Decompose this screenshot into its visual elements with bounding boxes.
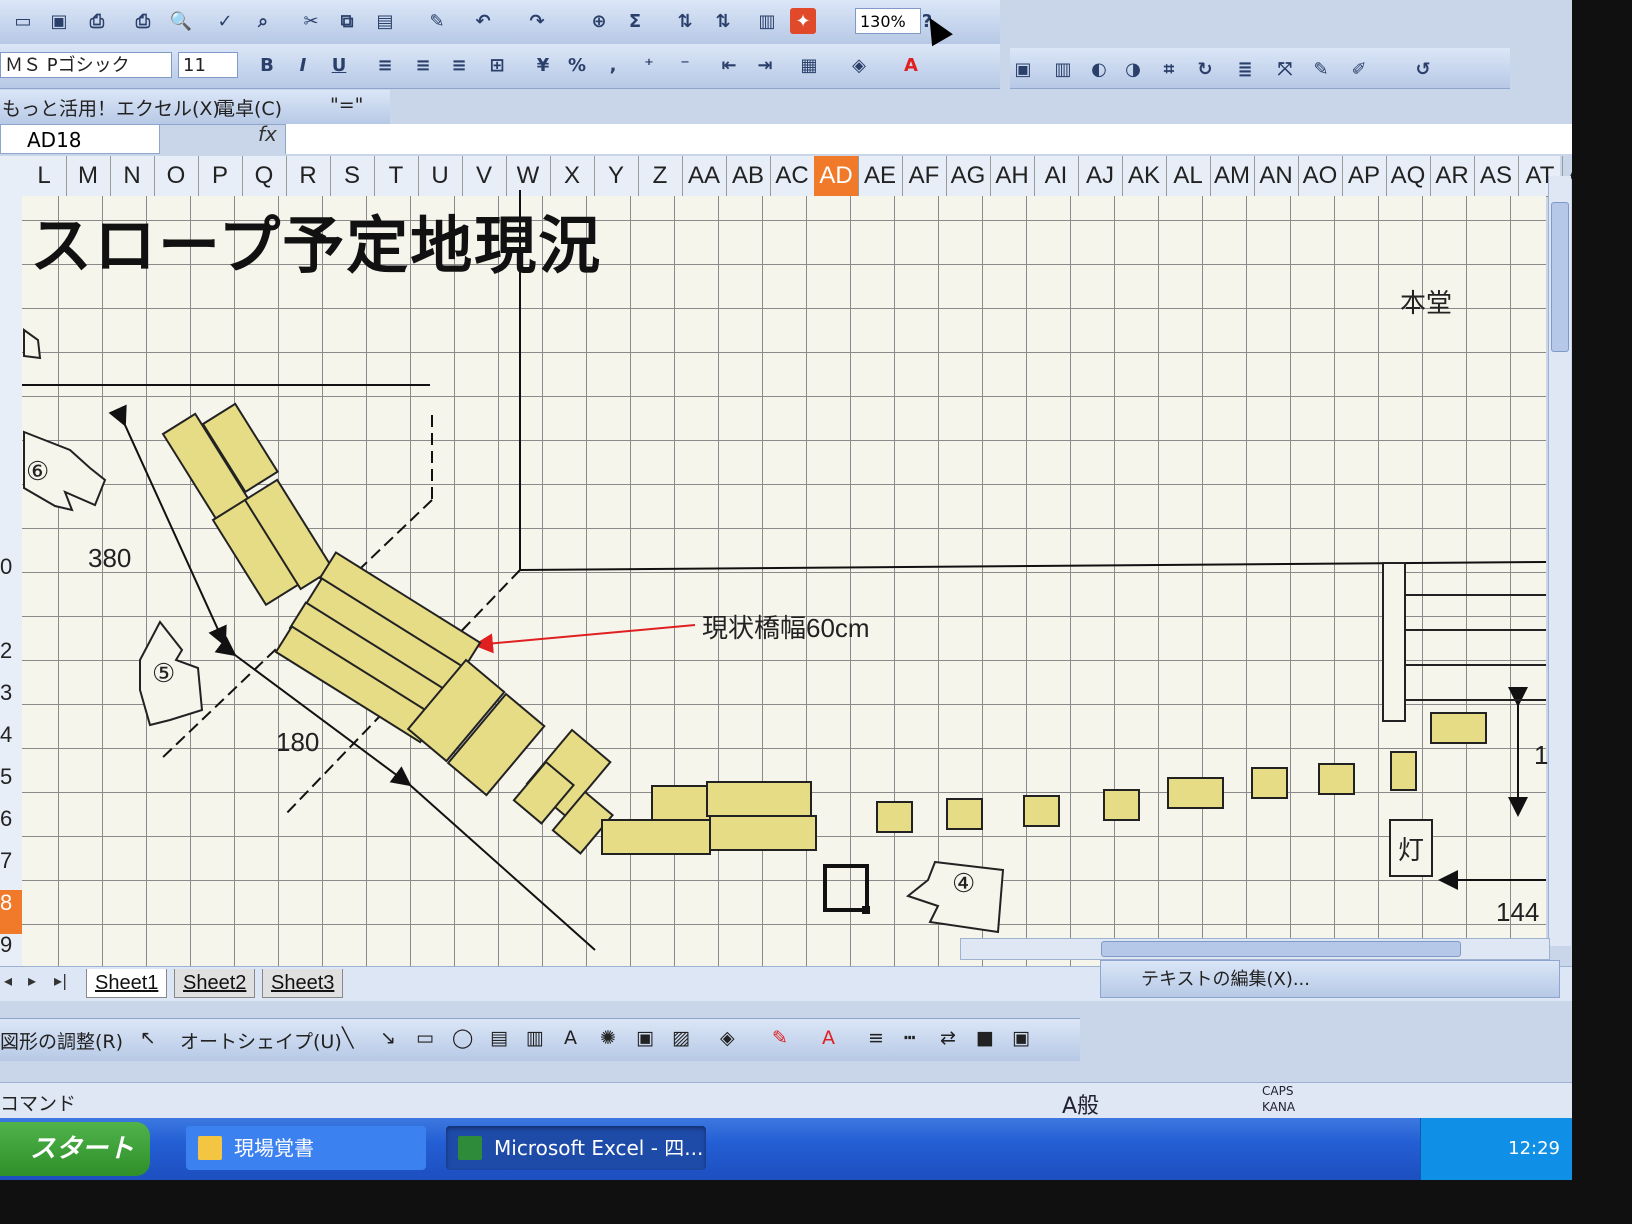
caps-indicator: CAPS xyxy=(1262,1084,1294,1098)
marker-4-label: ④ xyxy=(952,868,976,898)
stepping-stone[interactable] xyxy=(1318,763,1355,795)
dash-style-icon[interactable]: ┅ xyxy=(904,1027,915,1049)
drawing-layer xyxy=(22,190,1547,951)
photo-marker-edge[interactable] xyxy=(23,328,42,360)
dimension-1-label: 1 xyxy=(1534,740,1549,770)
textbox-tool-icon[interactable]: ▤ xyxy=(490,1027,508,1049)
status-bar: コマンド xyxy=(0,1082,1572,1119)
oval-tool-icon[interactable]: ◯ xyxy=(452,1027,473,1049)
kana-indicator: KANA xyxy=(1262,1100,1296,1114)
line-style-icon[interactable]: ≡ xyxy=(868,1027,884,1049)
taskbar-item-folder[interactable]: 現場覚書 xyxy=(186,1126,426,1170)
stepping-stone[interactable] xyxy=(1390,751,1417,791)
dimension-380-label: 380 xyxy=(88,543,132,573)
plank[interactable] xyxy=(651,785,713,821)
vertical-textbox-icon[interactable]: ▥ xyxy=(526,1027,544,1049)
arrow-style-icon[interactable]: ⇄ xyxy=(940,1027,956,1049)
main-hall-label: 本堂 xyxy=(1400,288,1453,318)
tab-first-icon[interactable]: ◂ xyxy=(4,971,12,990)
select-objects-icon[interactable]: ↖ xyxy=(140,1027,156,1049)
tab-prev-icon[interactable]: ▸ xyxy=(28,971,36,990)
horizontal-scrollbar[interactable] xyxy=(960,938,1550,960)
excel-icon xyxy=(458,1136,482,1160)
wordart-icon[interactable]: A xyxy=(564,1027,577,1049)
vertical-scrollbar[interactable] xyxy=(1548,176,1571,946)
wordart-toolbar: テキストの編集(X)... xyxy=(1100,960,1560,998)
line-color-icon[interactable]: ✎ xyxy=(772,1027,788,1049)
drawing-toolbar: 図形の調整(R) ↖ オートシェイプ(U) ╲ ↘ ▭ ◯ ▤ ▥ A ✺ ▣ … xyxy=(0,1018,1080,1061)
3d-icon[interactable]: ▣ xyxy=(1012,1027,1030,1049)
rectangle-tool-icon[interactable]: ▭ xyxy=(416,1027,434,1049)
stepping-stone[interactable] xyxy=(1023,795,1060,827)
tab-sheet2[interactable]: Sheet2 xyxy=(174,969,256,998)
tab-sheet1[interactable]: Sheet1 xyxy=(86,969,168,998)
ime-bar: A般 CAPS KANA xyxy=(990,1084,1330,1120)
fill-color-icon[interactable]: ◈ xyxy=(720,1027,735,1049)
dimension-144-label: 144 xyxy=(1496,897,1540,927)
folder-icon xyxy=(198,1136,222,1160)
tab-last-icon[interactable]: ▸| xyxy=(54,971,67,990)
marker-5-label: ⑤ xyxy=(152,658,176,688)
plank[interactable] xyxy=(709,815,817,851)
horizontal-scroll-thumb[interactable] xyxy=(1101,941,1461,957)
stepping-stone[interactable] xyxy=(946,798,983,830)
stepping-stone[interactable] xyxy=(1167,777,1224,809)
selected-shape[interactable] xyxy=(823,864,869,912)
start-button[interactable]: スタート xyxy=(0,1122,150,1176)
status-mode: コマンド xyxy=(0,1093,77,1115)
shadow-icon[interactable]: ■ xyxy=(976,1027,994,1049)
diagram-icon[interactable]: ✺ xyxy=(600,1027,616,1049)
line-tool-icon[interactable]: ╲ xyxy=(342,1027,353,1049)
vertical-scroll-thumb[interactable] xyxy=(1551,202,1569,352)
autoshape-menu[interactable]: オートシェイプ(U) xyxy=(180,1027,342,1054)
stepping-stone[interactable] xyxy=(876,801,913,833)
building-wall xyxy=(1382,562,1406,722)
edit-text-button[interactable]: テキストの編集(X)... xyxy=(1141,969,1310,990)
clock[interactable]: 12:29 xyxy=(1508,1138,1560,1159)
stepping-stone[interactable] xyxy=(1251,767,1288,799)
plank[interactable] xyxy=(706,781,812,817)
lamp-label: 灯 xyxy=(1398,835,1425,865)
plank[interactable] xyxy=(601,819,711,855)
tab-sheet3[interactable]: Sheet3 xyxy=(262,969,344,998)
selection-handle[interactable] xyxy=(862,906,870,914)
stepping-stone[interactable] xyxy=(1430,712,1487,744)
taskbar-item-label: 現場覚書 xyxy=(234,1136,314,1160)
picture-icon[interactable]: ▨ xyxy=(672,1027,690,1049)
bridge-width-pointer xyxy=(473,624,696,654)
taskbar: スタート 現場覚書 Microsoft Excel - 四... 12:29 xyxy=(0,1118,1572,1180)
stepping-stone[interactable] xyxy=(1103,789,1140,821)
draw-menu[interactable]: 図形の調整(R) xyxy=(0,1027,123,1054)
excel-window: ▭ ▣ ⎙ ⎙ 🔍 ✓ ⌕ ✂ ⧉ ▤ ✎ ↶ ↷ ⊕ Σ ⇅ ⇅ ▥ ✦ 13… xyxy=(0,0,1572,1180)
ime-mode[interactable]: A般 xyxy=(1062,1088,1099,1120)
taskbar-item-excel[interactable]: Microsoft Excel - 四... xyxy=(446,1126,706,1170)
bridge-width-label: 現状橋幅60cm xyxy=(702,613,870,643)
system-tray: 12:29 xyxy=(1420,1118,1572,1180)
marker-6-label: ⑥ xyxy=(26,456,50,486)
arrow-tool-icon[interactable]: ↘ xyxy=(380,1027,396,1049)
clipart-icon[interactable]: ▣ xyxy=(636,1027,654,1049)
font-color-icon[interactable]: A xyxy=(822,1027,835,1049)
dimension-180-label: 180 xyxy=(276,727,320,757)
taskbar-item-label: Microsoft Excel - 四... xyxy=(494,1136,704,1160)
